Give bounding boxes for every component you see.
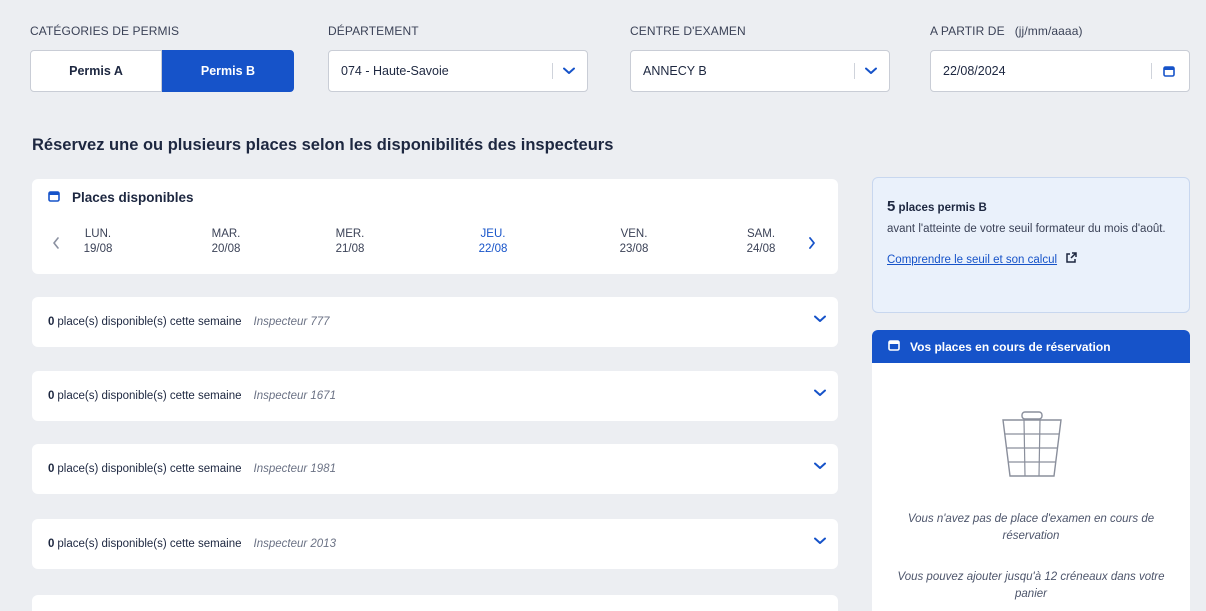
- day-date: 19/08: [83, 243, 113, 255]
- centre-label: CENTRE D'EXAMEN: [630, 24, 746, 38]
- date-label: A PARTIR DE (jj/mm/aaaa): [930, 24, 1190, 38]
- day-date: 21/08: [335, 243, 365, 255]
- permis-a-button[interactable]: Permis A: [30, 50, 162, 92]
- places-text: place(s) disponible(s) cette semaine: [57, 463, 242, 475]
- seuil-count-label: places permis B: [898, 202, 987, 214]
- seuil-text: avant l'atteinte de votre seuil formateu…: [887, 223, 1166, 235]
- date-filter: A PARTIR DE (jj/mm/aaaa) 22/08/2024: [930, 24, 1190, 92]
- day-column[interactable]: MAR. 20/08: [191, 227, 261, 257]
- places-count: 0: [48, 538, 55, 550]
- seuil-link-label[interactable]: Comprendre le seuil et son calcul: [887, 254, 1057, 266]
- centre-value: ANNECY B: [643, 64, 707, 78]
- places-text: place(s) disponible(s) cette semaine: [57, 538, 242, 550]
- day-column[interactable]: SAM. 24/08: [726, 227, 796, 257]
- places-card: Places disponibles LUN. 19/08 MAR. 20/08…: [32, 179, 838, 274]
- day-name: VEN.: [620, 228, 648, 240]
- departement-value: 074 - Haute-Savoie: [341, 64, 449, 78]
- places-title-label: Places disponibles: [72, 190, 194, 205]
- calendar-icon[interactable]: [1159, 51, 1179, 91]
- calendar-icon: [48, 190, 60, 205]
- seuil-count: 5 places permis B: [887, 198, 1175, 215]
- basket-icon: [1000, 410, 1064, 483]
- places-count: 0: [48, 463, 55, 475]
- day-name: SAM.: [746, 228, 776, 240]
- places-text: place(s) disponible(s) cette semaine: [57, 316, 242, 328]
- external-link-icon[interactable]: [1065, 252, 1077, 267]
- day-column[interactable]: VEN. 23/08: [599, 227, 669, 257]
- centre-filter: CENTRE D'EXAMEN ANNECY B: [630, 24, 890, 92]
- day-column[interactable]: LUN. 19/08: [63, 227, 133, 257]
- day-date: 22/08: [478, 243, 508, 255]
- seuil-info-box: 5 places permis B avant l'atteinte de vo…: [872, 177, 1190, 313]
- day-column-active[interactable]: JEU. 22/08: [458, 227, 528, 257]
- day-column[interactable]: MER. 21/08: [315, 227, 385, 257]
- week-navigator: LUN. 19/08 MAR. 20/08 MER. 21/08 JEU. 22…: [32, 227, 838, 267]
- category-label: CATÉGORIES DE PERMIS: [30, 24, 180, 38]
- date-format-hint: (jj/mm/aaaa): [1014, 24, 1083, 38]
- places-count: 0: [48, 316, 55, 328]
- chevron-down-icon[interactable]: [861, 51, 881, 91]
- chevron-down-icon[interactable]: [814, 314, 826, 326]
- seuil-link[interactable]: Comprendre le seuil et son calcul: [887, 252, 1175, 267]
- day-date: 20/08: [211, 243, 241, 255]
- category-filter: CATÉGORIES DE PERMIS Permis A Permis B: [30, 24, 294, 92]
- category-toggle: Permis A Permis B: [30, 50, 294, 92]
- inspector-name: Inspecteur 1981: [253, 463, 336, 475]
- departement-label: DÉPARTEMENT: [328, 24, 419, 38]
- input-divider: [1151, 63, 1152, 79]
- inspector-row[interactable]: 0 place(s) disponible(s) cette semaine Ins…: [32, 519, 838, 569]
- day-date: 24/08: [746, 243, 776, 255]
- centre-select[interactable]: ANNECY B: [630, 50, 890, 92]
- chevron-right-icon[interactable]: [808, 233, 816, 254]
- date-label-text: A PARTIR DE: [930, 24, 1005, 38]
- chevron-down-icon[interactable]: [814, 461, 826, 473]
- chevron-down-icon[interactable]: [814, 388, 826, 400]
- departement-filter: DÉPARTEMENT 074 - Haute-Savoie: [328, 24, 588, 92]
- date-input[interactable]: 22/08/2024: [930, 50, 1190, 92]
- day-name: MER.: [335, 228, 365, 240]
- day-name: LUN.: [84, 228, 112, 240]
- basket-header: Vos places en cours de réservation: [872, 330, 1190, 363]
- inspector-name: Inspecteur 777: [253, 316, 330, 328]
- filter-bar: CATÉGORIES DE PERMIS Permis A Permis B D…: [30, 24, 1192, 94]
- inspector-name: Inspecteur 1671: [253, 390, 336, 402]
- select-divider: [552, 63, 553, 79]
- places-title: Places disponibles: [48, 190, 194, 205]
- day-name: JEU.: [480, 228, 506, 240]
- inspector-row[interactable]: 0 place(s) disponible(s) cette semaine Ins…: [32, 371, 838, 421]
- chevron-left-icon[interactable]: [52, 233, 60, 254]
- date-value: 22/08/2024: [943, 64, 1006, 78]
- basket-empty-text: Vous n'avez pas de place d'examen en cou…: [907, 513, 1155, 542]
- seuil-count-number: 5: [887, 198, 896, 215]
- reservation-basket: Vos places en cours de réservation Vous …: [872, 330, 1190, 611]
- basket-limit-text: Vous pouvez ajouter jusqu'à 12 créneaux …: [897, 571, 1165, 600]
- day-date: 23/08: [619, 243, 649, 255]
- day-name: MAR.: [211, 228, 241, 240]
- basket-title: Vos places en cours de réservation: [910, 339, 1111, 354]
- inspector-row-partial[interactable]: [32, 595, 838, 611]
- places-text: place(s) disponible(s) cette semaine: [57, 390, 242, 402]
- inspector-row[interactable]: 0 place(s) disponible(s) cette semaine Ins…: [32, 297, 838, 347]
- permis-b-button[interactable]: Permis B: [162, 50, 294, 92]
- select-divider: [854, 63, 855, 79]
- calendar-icon: [888, 339, 900, 354]
- inspector-row[interactable]: 0 place(s) disponible(s) cette semaine Ins…: [32, 444, 838, 494]
- inspector-name: Inspecteur 2013: [253, 538, 336, 550]
- places-count: 0: [48, 390, 55, 402]
- chevron-down-icon[interactable]: [559, 51, 579, 91]
- page-heading: Réservez une ou plusieurs places selon l…: [32, 136, 614, 154]
- chevron-down-icon[interactable]: [814, 536, 826, 548]
- departement-select[interactable]: 074 - Haute-Savoie: [328, 50, 588, 92]
